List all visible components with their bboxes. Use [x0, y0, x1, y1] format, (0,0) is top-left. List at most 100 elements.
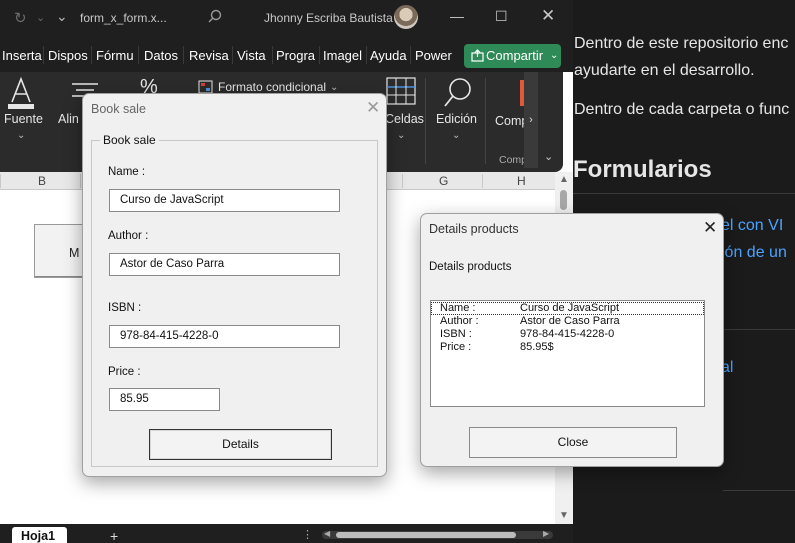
isbn-value: 978-84-415-4228-0: [120, 330, 219, 342]
book-sale-dialog: Book sale ✕ Book sale Name : Curso de Ja…: [82, 93, 387, 477]
sheet-button-label: M: [69, 246, 80, 260]
name-label: Name :: [108, 166, 146, 178]
tab-datos[interactable]: Datos: [144, 48, 182, 63]
conditional-format-label: Formato condicional: [218, 80, 327, 94]
tab-disposicion[interactable]: Dispos: [48, 48, 90, 63]
chevron-down-icon: ⌄: [550, 50, 559, 61]
font-group[interactable]: Fuente ⌄: [0, 72, 46, 172]
item-key: Author :: [440, 315, 479, 327]
redo-icon[interactable]: ↻: [14, 9, 27, 27]
item-key: Name :: [440, 302, 476, 314]
tab-insertar[interactable]: Inserta: [2, 48, 42, 63]
divider: [573, 193, 795, 194]
search-icon: [442, 76, 474, 113]
tab-programador[interactable]: Progra: [276, 48, 316, 63]
chevron-down-icon: ⌄: [452, 130, 461, 141]
tab-ayuda[interactable]: Ayuda: [370, 48, 408, 63]
divider: [723, 490, 795, 491]
more-options-icon[interactable]: ⋮: [302, 528, 313, 541]
close-icon[interactable]: ✕: [703, 218, 717, 238]
column-g[interactable]: G: [439, 174, 448, 188]
intro-line-2: ayudarte en el desarrollo.: [574, 62, 755, 79]
list-item[interactable]: Author : Astor de Caso Parra: [431, 315, 704, 328]
tab-revisar[interactable]: Revisa: [189, 48, 231, 63]
doc-link-2[interactable]: ción de un: [713, 244, 787, 262]
item-value: 85.95$: [520, 341, 554, 353]
add-sheet-icon[interactable]: +: [110, 528, 118, 543]
user-name: Jhonny Escriba Bautista: [264, 11, 393, 25]
item-value: Curso de JavaScript: [520, 302, 620, 314]
share-button[interactable]: Compartir ⌄: [464, 44, 561, 68]
column-h[interactable]: H: [517, 174, 526, 188]
avatar[interactable]: [394, 5, 418, 29]
dialog-title: Book sale: [91, 102, 146, 116]
list-item[interactable]: Name : Curso de JavaScript: [431, 302, 704, 315]
sheet-tab-label: Hoja1: [21, 529, 56, 543]
item-value: Astor de Caso Parra: [520, 315, 620, 327]
tab-formulas[interactable]: Fórmu: [96, 48, 136, 63]
share-label: Compartir: [486, 48, 544, 63]
share-icon: [471, 48, 484, 65]
frame-title: Book sale: [100, 133, 159, 147]
sheet-tab-hoja1[interactable]: Hoja1: [12, 527, 67, 543]
collapse-ribbon-icon[interactable]: ⌄: [544, 150, 553, 163]
chevron-down-icon: ⌄: [397, 130, 406, 141]
divider: [723, 329, 795, 330]
close-window-icon[interactable]: ✕: [541, 6, 555, 26]
list-item[interactable]: ISBN : 978-84-415-4228-0: [431, 328, 704, 341]
price-label: Price :: [108, 366, 141, 378]
tab-power[interactable]: Power: [415, 48, 455, 63]
column-b[interactable]: B: [38, 174, 46, 188]
comp-caption: Comp: [499, 154, 528, 166]
scroll-thumb[interactable]: [336, 532, 516, 538]
details-listbox[interactable]: Name : Curso de JavaScript Author : Asto…: [430, 300, 705, 407]
title-bar: ↻ ⌄ ⌄ form_x_form.x... Jhonny Escriba Ba…: [0, 0, 573, 36]
scroll-down-icon[interactable]: ▼: [559, 510, 569, 521]
intro-paragraph: Dentro de este repositorio enc ayudarte …: [574, 30, 795, 84]
maximize-icon[interactable]: ☐: [495, 8, 508, 25]
list-item[interactable]: Price : 85.95$: [431, 341, 704, 354]
cells-icon: [385, 76, 417, 109]
name-value: Curso de JavaScript: [120, 194, 224, 206]
folder-paragraph: Dentro de cada carpeta o func: [574, 101, 790, 118]
undo-dropdown-icon[interactable]: ⌄: [36, 11, 45, 24]
sheet-tab-bar: Hoja1 + ⋮ ◀ ▶: [0, 524, 573, 543]
scroll-thumb[interactable]: [560, 190, 567, 210]
file-name: form_x_form.x...: [80, 11, 167, 25]
search-icon[interactable]: [207, 9, 223, 28]
close-icon[interactable]: ✕: [366, 98, 380, 118]
item-key: Price :: [440, 341, 472, 353]
horizontal-scrollbar[interactable]: ◀ ▶: [322, 529, 553, 539]
editing-group[interactable]: Edición ⌄: [432, 72, 480, 172]
name-field[interactable]: Curso de JavaScript: [109, 189, 340, 212]
chevron-down-icon: ⌄: [330, 82, 339, 93]
minimize-icon[interactable]: —: [450, 8, 464, 24]
dialog-title: Details products: [429, 222, 519, 236]
item-value: 978-84-415-4228-0: [520, 328, 615, 340]
author-value: Astor de Caso Parra: [120, 258, 225, 270]
item-key: ISBN :: [440, 328, 472, 340]
price-field[interactable]: 85.95: [109, 388, 220, 411]
close-button[interactable]: Close: [469, 427, 677, 458]
section-heading: Formularios: [573, 156, 712, 183]
editing-label: Edición: [436, 112, 477, 126]
chevron-down-icon: ⌄: [17, 130, 26, 141]
font-icon: [6, 76, 36, 113]
scroll-up-icon[interactable]: ▲: [559, 174, 569, 185]
details-subtitle: Details products: [429, 261, 512, 273]
isbn-label: ISBN :: [108, 302, 142, 314]
alignment-label: Alin: [58, 112, 79, 126]
cells-group[interactable]: Celdas ⌄: [383, 72, 424, 172]
author-field[interactable]: Astor de Caso Parra: [109, 253, 340, 276]
cells-label: Celdas: [385, 112, 424, 126]
intro-line-1: Dentro de este repositorio enc: [574, 35, 789, 52]
scroll-right-icon[interactable]: ▶: [543, 529, 549, 538]
tab-imagen[interactable]: Imagel: [323, 48, 363, 63]
author-label: Author :: [108, 230, 149, 242]
details-button[interactable]: Details: [149, 429, 332, 460]
ribbon-scroll-right-icon[interactable]: ›: [524, 72, 538, 168]
quick-access-more-icon[interactable]: ⌄: [56, 8, 68, 25]
isbn-field[interactable]: 978-84-415-4228-0: [109, 325, 340, 348]
scroll-left-icon[interactable]: ◀: [324, 529, 330, 538]
tab-vista[interactable]: Vista: [237, 48, 273, 63]
